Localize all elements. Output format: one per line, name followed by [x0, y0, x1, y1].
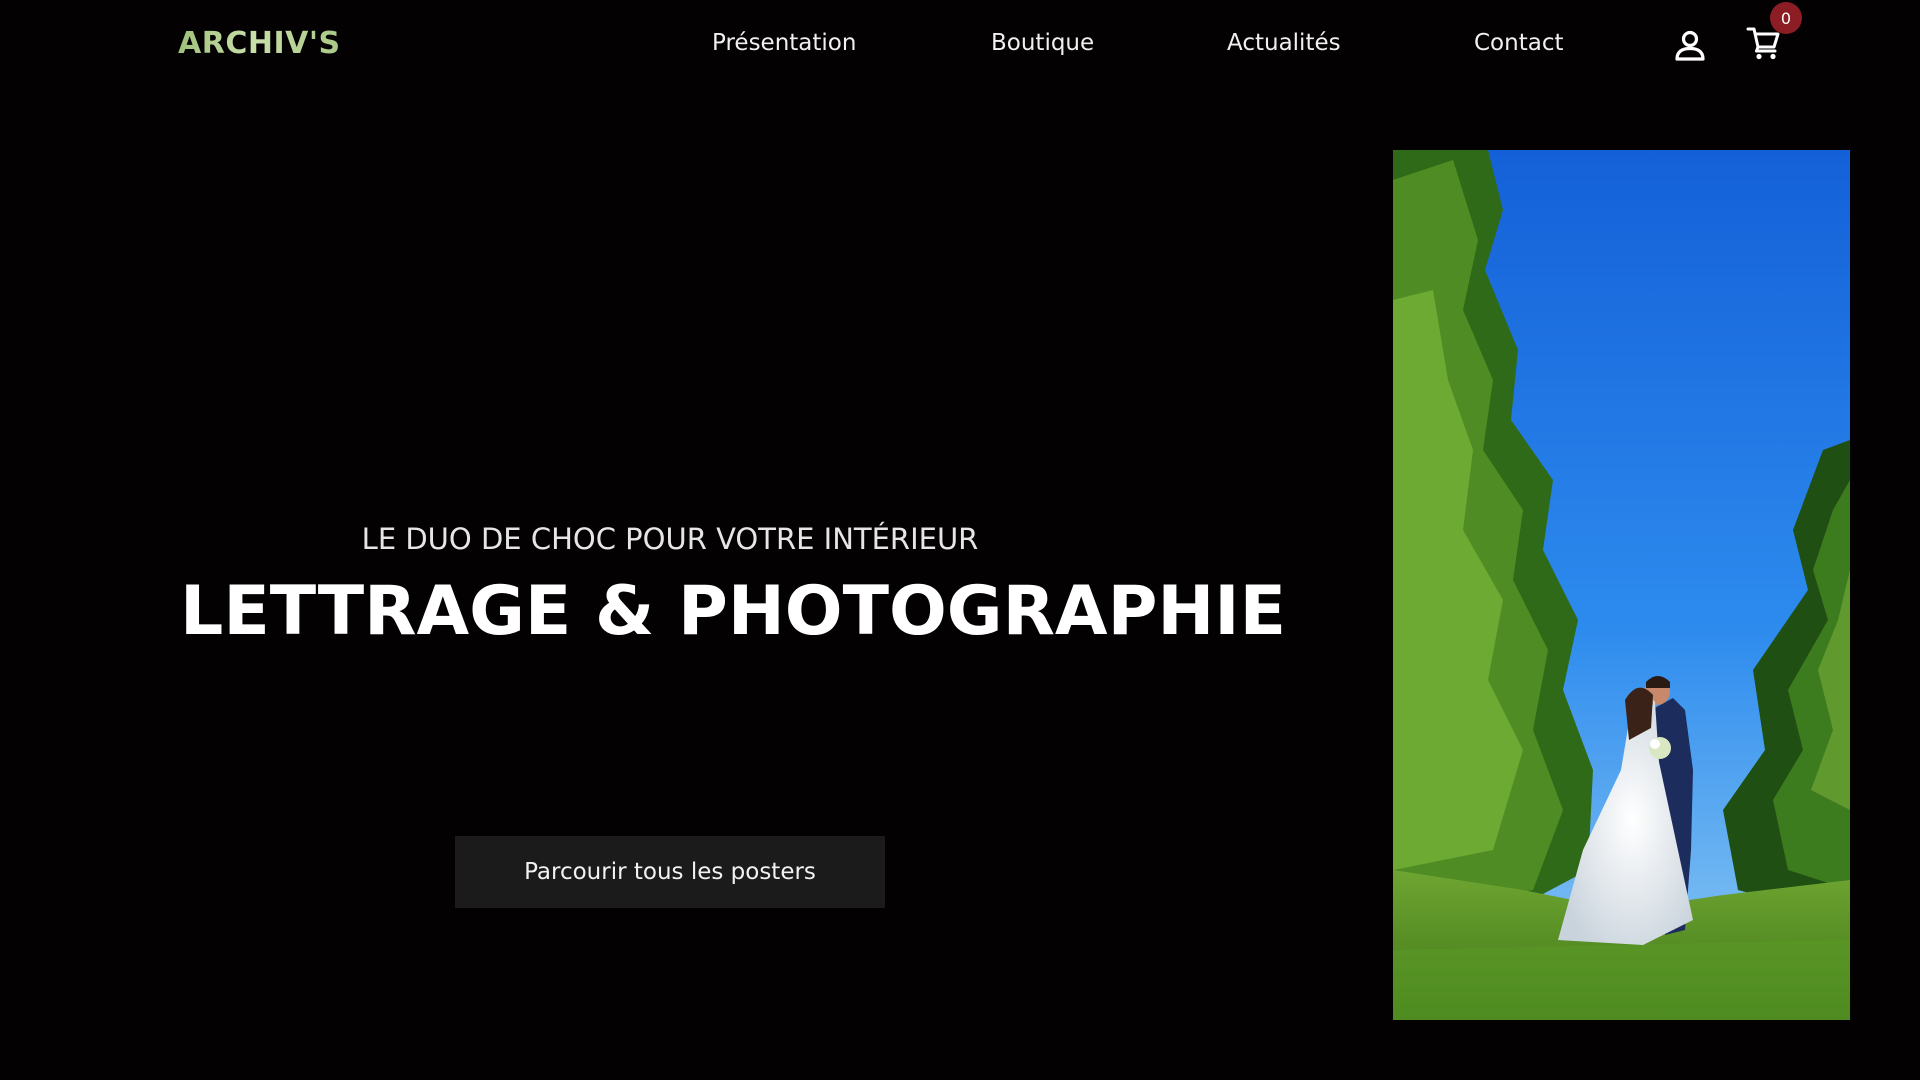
cart-count-badge: 0 — [1770, 2, 1802, 34]
nav-link-contact[interactable]: Contact — [1474, 24, 1563, 62]
hero-wedding-photo — [1393, 150, 1850, 1020]
nav-link-presentation[interactable]: Présentation — [712, 24, 856, 62]
nav-link-actualites[interactable]: Actualités — [1227, 24, 1341, 62]
account-icon[interactable] — [1672, 28, 1708, 64]
hero-subtitle: LE DUO DE CHOC POUR VOTRE INTÉRIEUR — [361, 522, 979, 556]
browse-posters-button[interactable]: Parcourir tous les posters — [455, 836, 885, 908]
site-logo[interactable]: ARCHIV'S — [178, 24, 341, 62]
page: ARCHIV'S Présentation Boutique Actualité… — [0, 0, 1920, 1080]
hero-title: LETTRAGE & PHOTOGRAPHIE — [180, 572, 1287, 651]
nav-link-boutique[interactable]: Boutique — [991, 24, 1094, 62]
